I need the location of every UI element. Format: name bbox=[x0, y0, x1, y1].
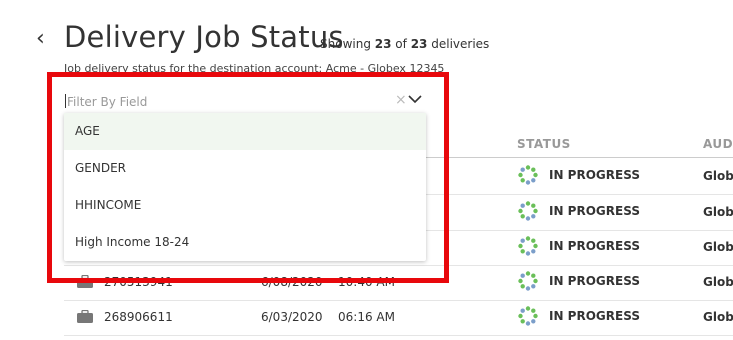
audience-cell: Globe bbox=[703, 205, 733, 219]
option-age[interactable]: AGE bbox=[64, 113, 426, 150]
option-gender[interactable]: GENDER bbox=[64, 150, 426, 187]
showing-total-value: 23 bbox=[410, 37, 428, 51]
status-cell: IN PROGRESS bbox=[518, 165, 640, 185]
table-row[interactable]: 268906611 6/03/2020 06:16 AM IN PROGRESS… bbox=[64, 300, 733, 336]
column-header-status[interactable]: STATUS bbox=[517, 137, 571, 151]
showing-count: Showing 23 of 23 deliveries bbox=[320, 37, 489, 51]
in-progress-spinner-icon bbox=[518, 165, 538, 185]
status-cell: IN PROGRESS bbox=[518, 271, 640, 291]
date-cell: 6/03/2020 bbox=[261, 310, 323, 324]
status-cell: IN PROGRESS bbox=[518, 236, 640, 256]
in-progress-spinner-icon bbox=[518, 306, 538, 326]
status-text: IN PROGRESS bbox=[549, 168, 640, 182]
audience-cell: Globe bbox=[703, 275, 733, 289]
option-high-income-18-24[interactable]: High Income 18-24 bbox=[64, 224, 426, 261]
in-progress-spinner-icon bbox=[518, 236, 538, 256]
status-text: IN PROGRESS bbox=[549, 239, 640, 253]
audience-cell: Globe bbox=[703, 310, 733, 324]
option-hhincome[interactable]: HHINCOME bbox=[64, 187, 426, 224]
status-cell: IN PROGRESS bbox=[518, 306, 640, 326]
clear-icon[interactable]: × bbox=[395, 92, 407, 108]
filter-options-menu: AGE GENDER HHINCOME High Income 18-24 bbox=[64, 113, 426, 261]
back-chevron-icon[interactable]: ‹ bbox=[36, 26, 45, 51]
audience-cell: Globe bbox=[703, 240, 733, 254]
filter-placeholder: Filter By Field bbox=[67, 95, 148, 109]
status-text: IN PROGRESS bbox=[549, 274, 640, 288]
showing-of: of bbox=[395, 37, 407, 51]
status-text: IN PROGRESS bbox=[549, 204, 640, 218]
job-id-cell: 268906611 bbox=[104, 310, 173, 324]
audience-cell: Globe bbox=[703, 169, 733, 183]
column-header-audience[interactable]: AUDI bbox=[703, 137, 733, 151]
status-text: IN PROGRESS bbox=[549, 309, 640, 323]
time-cell: 06:16 AM bbox=[338, 310, 395, 324]
showing-suffix: deliveries bbox=[431, 37, 490, 51]
briefcase-icon bbox=[77, 310, 93, 323]
page-title: Delivery Job Status bbox=[64, 20, 344, 54]
showing-count-value: 23 bbox=[374, 37, 392, 51]
status-cell: IN PROGRESS bbox=[518, 201, 640, 221]
text-cursor bbox=[65, 94, 66, 108]
in-progress-spinner-icon bbox=[518, 271, 538, 291]
in-progress-spinner-icon bbox=[518, 201, 538, 221]
filter-by-field-select[interactable]: Filter By Field × bbox=[64, 88, 426, 114]
chevron-down-icon[interactable] bbox=[408, 94, 422, 104]
showing-prefix: Showing bbox=[320, 37, 371, 51]
